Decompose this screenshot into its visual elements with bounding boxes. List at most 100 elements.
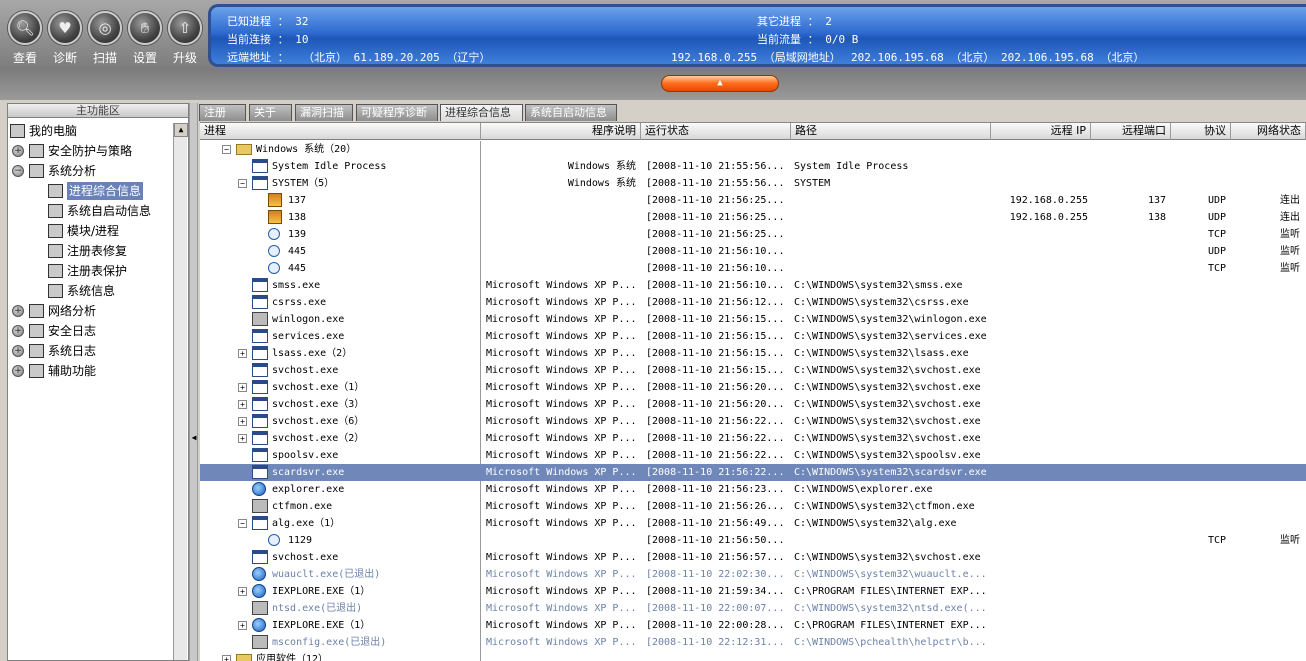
- table-row[interactable]: winlogon.exe Microsoft Windows XP P... [20…: [200, 311, 1306, 328]
- sidebar-item-registry-protect[interactable]: 注册表保护: [48, 262, 127, 280]
- scan-button[interactable]: ◎ 扫描: [85, 8, 125, 68]
- table-row[interactable]: 139 [2008-11-10 21:56:25... TCP 监听: [200, 226, 1306, 243]
- path-cell: C:\WINDOWS\system32\scardsvr.exe: [794, 467, 987, 478]
- expand-icon[interactable]: +: [238, 383, 247, 392]
- description-cell: Microsoft Windows XP P...: [486, 603, 636, 614]
- sidebar-item-registry-repair[interactable]: 注册表修复: [48, 242, 127, 260]
- table-row[interactable]: 137 [2008-11-10 21:56:25... 192.168.0.255 1…: [200, 192, 1306, 209]
- sidebar-item-security-policy[interactable]: + 安全防护与策略: [12, 142, 132, 160]
- expand-icon[interactable]: +: [238, 349, 247, 358]
- col-remote-ip[interactable]: 远程 IP: [991, 123, 1091, 140]
- collapse-icon[interactable]: −: [238, 519, 247, 528]
- description-cell: Microsoft Windows XP P...: [486, 314, 636, 325]
- sidebar-item-security-log[interactable]: + 安全日志: [12, 322, 96, 340]
- table-row[interactable]: + IEXPLORE.EXE（1） Microsoft Windows XP P..…: [200, 583, 1306, 600]
- process-cell: + svchost.exe（1）: [200, 379, 480, 396]
- sidebar-item-label: 网络分析: [48, 304, 97, 318]
- tab-register[interactable]: 注册: [199, 104, 246, 121]
- path-cell: C:\WINDOWS\system32\winlogon.exe: [794, 314, 987, 325]
- remote-port-cell: 137: [1147, 195, 1166, 206]
- collapse-icon[interactable]: −: [222, 145, 231, 154]
- col-process[interactable]: 进程: [200, 123, 481, 140]
- folder-icon: [236, 654, 252, 661]
- expand-icon[interactable]: +: [12, 325, 24, 337]
- collapse-icon[interactable]: −: [12, 165, 24, 177]
- tab-vuln-scan[interactable]: 漏洞扫描: [295, 104, 353, 121]
- table-row[interactable]: − SYSTEM（5） Windows 系统 [2008-11-10 21:55:56…: [200, 175, 1306, 192]
- diagnose-button[interactable]: ♥ 诊断: [45, 8, 85, 68]
- expand-icon[interactable]: +: [238, 587, 247, 596]
- sidebar-item-module-process[interactable]: 模块/进程: [48, 222, 119, 240]
- settings-button[interactable]: ✋︎ 设置: [125, 8, 165, 68]
- net-state-cell: [1236, 583, 1300, 600]
- expand-icon[interactable]: +: [238, 400, 247, 409]
- table-row[interactable]: scardsvr.exe Microsoft Windows XP P... [20…: [200, 464, 1306, 481]
- sidebar-item-system-log[interactable]: + 系统日志: [12, 342, 96, 360]
- table-row[interactable]: + 应用软件（12）: [200, 651, 1306, 661]
- table-row[interactable]: explorer.exe Microsoft Windows XP P... [20…: [200, 481, 1306, 498]
- expand-icon[interactable]: +: [222, 655, 231, 661]
- table-row[interactable]: msconfig.exe(已退出) Microsoft Windows XP P.…: [200, 634, 1306, 651]
- col-description[interactable]: 程序说明: [481, 123, 641, 140]
- table-row[interactable]: 138 [2008-11-10 21:56:25... 192.168.0.255 1…: [200, 209, 1306, 226]
- table-row[interactable]: + svchost.exe（2） Microsoft Windows XP P...…: [200, 430, 1306, 447]
- expand-icon[interactable]: +: [238, 417, 247, 426]
- expand-icon[interactable]: +: [238, 621, 247, 630]
- process-name: scardsvr.exe: [272, 467, 345, 478]
- table-row[interactable]: 445 [2008-11-10 21:56:10... TCP 监听: [200, 260, 1306, 277]
- table-row[interactable]: − Windows 系统（20）: [200, 141, 1306, 158]
- app-icon: [252, 601, 268, 615]
- col-path[interactable]: 路径: [791, 123, 991, 140]
- sidebar-scrollbar[interactable]: ▲: [173, 123, 188, 660]
- col-remote-port[interactable]: 远程端口: [1091, 123, 1171, 140]
- collapse-left-icon[interactable]: ◀: [190, 433, 198, 442]
- table-row[interactable]: ctfmon.exe Microsoft Windows XP P... [2008…: [200, 498, 1306, 515]
- sidebar-item-system-info[interactable]: 系统信息: [48, 282, 115, 300]
- tab-process-info[interactable]: 进程综合信息: [440, 104, 523, 121]
- table-row[interactable]: + lsass.exe（2） Microsoft Windows XP P... [2…: [200, 345, 1306, 362]
- sidebar-item-system-analysis[interactable]: − 系统分析: [12, 162, 96, 180]
- sidebar-item-startup-info[interactable]: 系统自启动信息: [48, 202, 151, 220]
- table-row[interactable]: spoolsv.exe Microsoft Windows XP P... [200…: [200, 447, 1306, 464]
- table-row[interactable]: services.exe Microsoft Windows XP P... [20…: [200, 328, 1306, 345]
- table-row[interactable]: wuauclt.exe(已退出) Microsoft Windows XP P..…: [200, 566, 1306, 583]
- sidebar-item-helper[interactable]: + 辅助功能: [12, 362, 96, 380]
- collapse-icon[interactable]: −: [238, 179, 247, 188]
- expand-icon[interactable]: +: [238, 434, 247, 443]
- net-state-cell: [1236, 294, 1300, 311]
- table-row[interactable]: + svchost.exe（6） Microsoft Windows XP P...…: [200, 413, 1306, 430]
- tab-about[interactable]: 关于: [249, 104, 292, 121]
- ie-icon: [252, 567, 266, 581]
- table-row[interactable]: svchost.exe Microsoft Windows XP P... [200…: [200, 362, 1306, 379]
- table-row[interactable]: System Idle Process Windows 系统 [2008-11-10…: [200, 158, 1306, 175]
- tab-startup-info[interactable]: 系统自启动信息: [525, 104, 617, 121]
- table-row[interactable]: ntsd.exe(已退出) Microsoft Windows XP P... [2…: [200, 600, 1306, 617]
- col-state[interactable]: 运行状态: [641, 123, 791, 140]
- table-row[interactable]: + svchost.exe（1） Microsoft Windows XP P...…: [200, 379, 1306, 396]
- policy-icon: [29, 144, 44, 158]
- col-protocol[interactable]: 协议: [1171, 123, 1231, 140]
- col-net-state[interactable]: 网络状态: [1231, 123, 1306, 140]
- sidebar-item-my-computer[interactable]: 我的电脑: [10, 122, 77, 140]
- view-button[interactable]: 🔍︎ 查看: [5, 8, 45, 68]
- upgrade-button[interactable]: ⇧ 升级: [165, 8, 205, 68]
- collapse-panel-button[interactable]: ▲: [661, 75, 779, 92]
- table-row[interactable]: csrss.exe Microsoft Windows XP P... [2008-…: [200, 294, 1306, 311]
- expand-icon[interactable]: +: [12, 365, 24, 377]
- table-row[interactable]: 445 [2008-11-10 21:56:10... UDP 监听: [200, 243, 1306, 260]
- panel-splitter[interactable]: ◀: [189, 103, 198, 661]
- expand-icon[interactable]: +: [12, 345, 24, 357]
- table-row[interactable]: + IEXPLORE.EXE（1） Microsoft Windows XP P..…: [200, 617, 1306, 634]
- sidebar-item-network-analysis[interactable]: + 网络分析: [12, 302, 96, 320]
- expand-icon[interactable]: +: [12, 145, 24, 157]
- table-row[interactable]: − alg.exe（1） Microsoft Windows XP P... [200…: [200, 515, 1306, 532]
- table-row[interactable]: 1129 [2008-11-10 21:56:50... TCP 监听: [200, 532, 1306, 549]
- expand-icon[interactable]: +: [12, 305, 24, 317]
- tab-suspicious-diagnose[interactable]: 可疑程序诊断: [356, 104, 438, 121]
- sidebar-item-process-info[interactable]: 进程综合信息: [48, 182, 144, 200]
- process-cell: 445: [200, 243, 480, 260]
- scroll-up-icon[interactable]: ▲: [174, 123, 188, 137]
- table-row[interactable]: + svchost.exe（3） Microsoft Windows XP P...…: [200, 396, 1306, 413]
- table-row[interactable]: svchost.exe Microsoft Windows XP P... [200…: [200, 549, 1306, 566]
- table-row[interactable]: smss.exe Microsoft Windows XP P... [2008-1…: [200, 277, 1306, 294]
